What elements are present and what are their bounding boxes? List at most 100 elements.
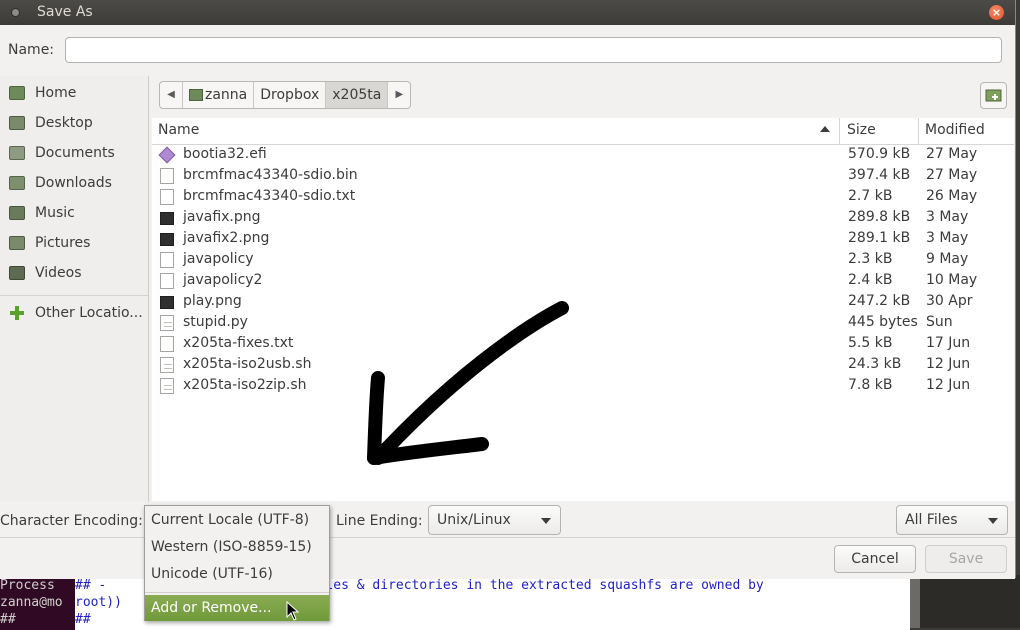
music-icon: [9, 206, 25, 220]
path-forward-button[interactable]: ▶: [388, 82, 410, 108]
line-ending-label: Line Ending:: [336, 513, 423, 529]
file-row[interactable]: javapolicy2 2.4 kB 10 May: [152, 271, 1014, 292]
file-row[interactable]: bootia32.efi 570.9 kB 27 May: [152, 145, 1014, 166]
sidebar-item-documents[interactable]: Documents: [0, 140, 148, 168]
image-file-icon: [160, 233, 174, 246]
home-folder-icon: [189, 89, 203, 101]
sidebar-item-label: Downloads: [35, 175, 112, 191]
script-file-icon: [160, 315, 174, 331]
line-ending-value: Unix/Linux: [437, 512, 511, 528]
name-label: Name:: [8, 42, 55, 58]
sidebar-item-music[interactable]: Music: [0, 200, 148, 228]
videos-icon: [9, 266, 25, 280]
create-folder-button[interactable]: [980, 82, 1007, 109]
file-modified: 27 May: [926, 167, 978, 183]
window-title: Save As: [37, 4, 93, 20]
file-row[interactable]: javafix.png 289.8 kB 3 May: [152, 208, 1014, 229]
terminal-line: Process: [0, 578, 55, 593]
path-segment-current[interactable]: x205ta: [326, 82, 389, 108]
sidebar-item-label: Documents: [35, 145, 115, 161]
file-modified: 3 May: [926, 209, 969, 225]
save-button[interactable]: Save: [925, 545, 1007, 573]
home-icon: [9, 86, 25, 100]
character-encoding-label: Character Encoding:: [0, 513, 143, 529]
file-name: brcmfmac43340-sdio.bin: [183, 167, 358, 183]
sidebar-item-label: Music: [35, 205, 75, 221]
file-size: 2.4 kB: [848, 272, 893, 288]
menu-item-western[interactable]: Western (ISO-8859-15): [145, 534, 329, 560]
menu-item-unicode[interactable]: Unicode (UTF-16): [145, 561, 329, 587]
sidebar-item-downloads[interactable]: Downloads: [0, 170, 148, 198]
path-segment-dropbox[interactable]: Dropbox: [254, 82, 327, 108]
file-row[interactable]: play.png 247.2 kB 30 Apr: [152, 292, 1014, 313]
file-size: 247.2 kB: [848, 293, 911, 309]
file-row[interactable]: stupid.py 445 bytes Sun: [152, 313, 1014, 334]
terminal-line: zanna@mo: [0, 595, 63, 610]
file-row[interactable]: javafix2.png 289.1 kB 3 May: [152, 229, 1014, 250]
file-name: javafix.png: [183, 209, 261, 225]
title-bar: Save As ×: [0, 0, 1015, 25]
menu-separator: [145, 592, 329, 593]
file-row[interactable]: javapolicy 2.3 kB 9 May: [152, 250, 1014, 271]
file-list[interactable]: Name Size Modified bootia32.efi 570.9 kB 2…: [152, 118, 1014, 501]
column-size[interactable]: Size: [847, 118, 876, 144]
sidebar-item-label: Other Locatio...: [35, 305, 143, 321]
menu-item-add-or-remove[interactable]: Add or Remove...: [145, 595, 329, 621]
sidebar-divider: [0, 295, 148, 296]
new-folder-icon: [985, 89, 1002, 102]
file-row[interactable]: brcmfmac43340-sdio.bin 397.4 kB 27 May: [152, 166, 1014, 187]
column-modified[interactable]: Modified: [925, 118, 985, 144]
file-name: bootia32.efi: [183, 146, 267, 162]
file-name: x205ta-iso2zip.sh: [183, 377, 307, 393]
path-bar: ◀ zanna Dropbox x205ta ▶: [159, 81, 412, 109]
efi-file-icon: [158, 146, 176, 164]
line-ending-select[interactable]: Unix/Linux: [428, 505, 561, 535]
file-modified: 17 Jun: [926, 335, 971, 351]
sidebar-item-label: Desktop: [35, 115, 93, 131]
file-modified: Sun: [926, 314, 953, 330]
sidebar-item-desktop[interactable]: Desktop: [0, 110, 148, 138]
sidebar-item-label: Home: [35, 85, 77, 101]
file-name: x205ta-fixes.txt: [183, 335, 294, 351]
column-divider: [839, 118, 840, 144]
file-filter-select[interactable]: All Files: [896, 505, 1008, 535]
file-size: 7.8 kB: [848, 377, 893, 393]
script-file-icon: [160, 357, 174, 373]
file-row[interactable]: x205ta-iso2zip.sh 7.8 kB 12 Jun: [152, 376, 1014, 397]
filename-input[interactable]: [65, 37, 1002, 63]
sidebar-item-label: Videos: [35, 265, 82, 281]
path-back-button[interactable]: ◀: [160, 82, 183, 108]
downloads-icon: [9, 176, 25, 190]
pictures-icon: [9, 236, 25, 250]
sidebar-item-home[interactable]: Home: [0, 80, 148, 108]
file-size: 397.4 kB: [848, 167, 911, 183]
file-modified: 12 Jun: [926, 356, 971, 372]
sidebar-item-pictures[interactable]: Pictures: [0, 230, 148, 258]
file-name: javapolicy2: [183, 272, 263, 288]
sidebar-item-other-locations[interactable]: Other Locatio...: [0, 300, 148, 328]
close-button[interactable]: ×: [989, 5, 1004, 20]
terminal-line: ##: [0, 612, 16, 627]
image-file-icon: [160, 296, 174, 309]
mouse-cursor-icon: [286, 601, 300, 621]
file-list-header: Name Size Modified: [152, 118, 1014, 145]
file-modified: 12 Jun: [926, 377, 971, 393]
file-row[interactable]: x205ta-fixes.txt 5.5 kB 17 Jun: [152, 334, 1014, 355]
column-name[interactable]: Name: [158, 118, 199, 144]
file-row[interactable]: x205ta-iso2usb.sh 24.3 kB 12 Jun: [152, 355, 1014, 376]
path-segment-home[interactable]: zanna: [183, 82, 255, 108]
documents-icon: [9, 146, 25, 160]
binary-file-icon: [160, 168, 174, 184]
file-row[interactable]: brcmfmac43340-sdio.txt 2.7 kB 26 May: [152, 187, 1014, 208]
cancel-button[interactable]: Cancel: [834, 545, 916, 573]
file-name: brcmfmac43340-sdio.txt: [183, 188, 356, 204]
sort-ascending-icon: [820, 126, 830, 132]
window-menu-icon[interactable]: [11, 8, 20, 17]
file-modified: 3 May: [926, 230, 969, 246]
file-modified: 27 May: [926, 146, 978, 162]
sidebar-item-videos[interactable]: Videos: [0, 260, 148, 288]
name-row: Name:: [0, 26, 1015, 74]
save-as-dialog: Save As × Name: Home Desktop Documents D…: [0, 0, 1016, 578]
text-file-icon: [160, 252, 174, 268]
menu-item-current-locale[interactable]: Current Locale (UTF-8): [145, 507, 329, 533]
